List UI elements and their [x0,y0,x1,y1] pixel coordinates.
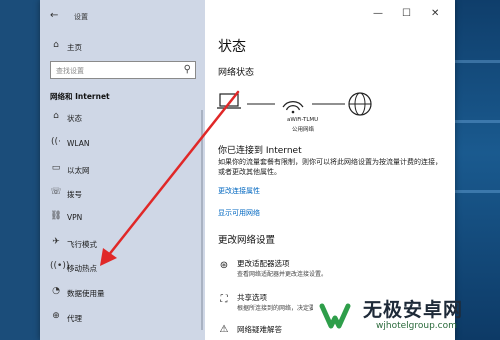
watermark-title: 无极安卓网 [363,299,464,321]
watermark-logo [313,293,357,337]
annotation-arrow [100,90,240,266]
watermark-url: wjhotelgroup.com [376,321,457,331]
